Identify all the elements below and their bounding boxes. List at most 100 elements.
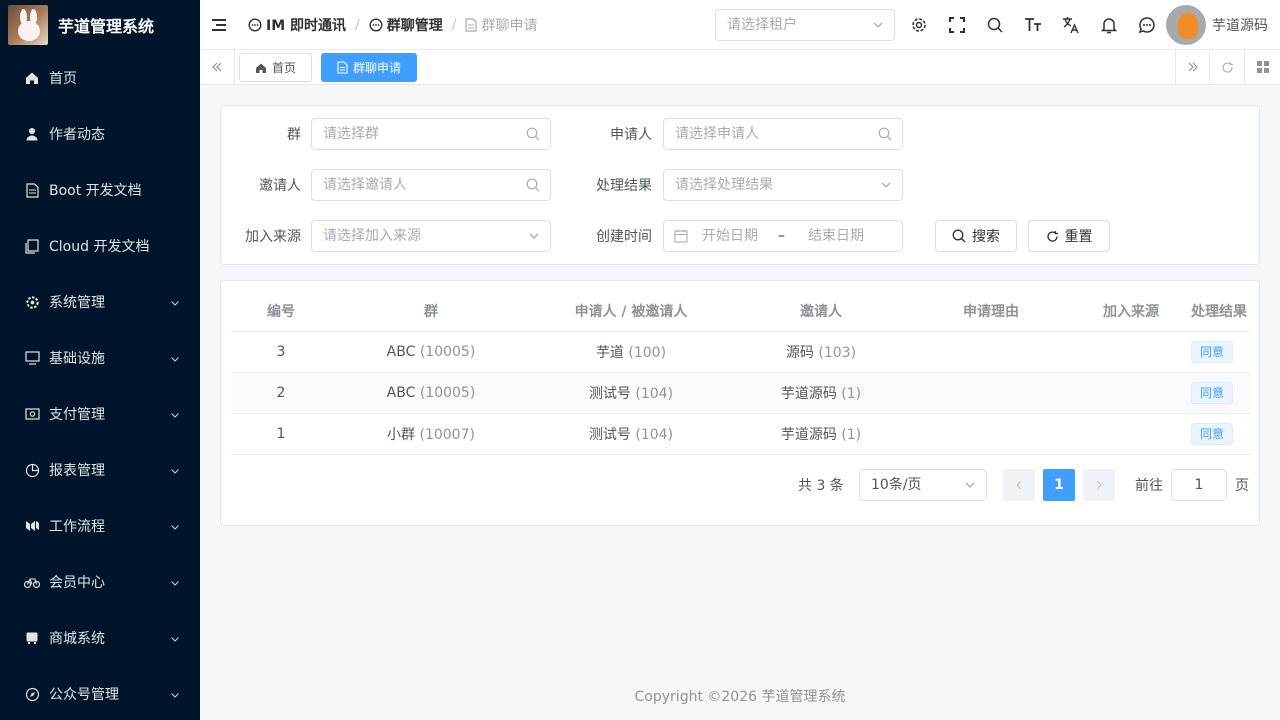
translate-icon[interactable] (1052, 0, 1090, 50)
cell-applicant-id: (104) (635, 426, 674, 443)
applicant-select[interactable]: 请选择申请人 (663, 118, 903, 150)
breadcrumb: IM 即时通讯 / 群聊管理 / 群聊申请 (248, 15, 537, 35)
scroll-left-icon[interactable] (200, 50, 235, 84)
tag-home[interactable]: 首页 (239, 53, 313, 82)
sidebar-item-label: 工作流程 (49, 519, 105, 535)
prev-page-button[interactable] (1003, 469, 1035, 501)
cell-inviter-id: (1) (841, 426, 862, 443)
page-size-select[interactable]: 10条/页 (859, 469, 987, 501)
app-title: 芋道管理系统 (58, 17, 155, 36)
sidebar-item-5[interactable]: 基础设施 (0, 330, 200, 386)
sidebar-item-7[interactable]: 报表管理 (0, 442, 200, 498)
next-page-button[interactable] (1083, 469, 1115, 501)
chevron-down-icon (170, 296, 180, 312)
source-select[interactable]: 请选择加入来源 (311, 220, 551, 252)
gear-icon (24, 294, 40, 310)
grid-menu-icon[interactable] (1245, 50, 1280, 84)
applicant-label: 申请人 (610, 127, 652, 143)
sidebar-item-10[interactable]: 商城系统 (0, 610, 200, 666)
sidebar-item-4[interactable]: 系统管理 (0, 274, 200, 330)
chevron-down-icon (170, 520, 180, 536)
date-range-picker[interactable]: 开始日期 – 结束日期 (663, 220, 903, 252)
search-icon[interactable] (976, 0, 1014, 50)
chevron-down-icon (170, 352, 180, 368)
user-menu[interactable]: 芋道源码 (1166, 5, 1268, 45)
sidebar-item-9[interactable]: 会员中心 (0, 554, 200, 610)
pagination-total: 共 3 条 (798, 478, 844, 494)
inviter-select[interactable]: 请选择邀请人 (311, 169, 551, 201)
data-table: 编号群申请人 / 被邀请人 邀请人 申请理由 加入来源 处理结果 3 ABC (10005… (231, 291, 1251, 455)
group-label: 群 (287, 127, 301, 143)
cell-inviter: 源码 (785, 344, 814, 361)
cell-group: ABC (386, 343, 416, 360)
column-header: 申请人 / 被邀请人 (531, 291, 731, 332)
logo[interactable]: 芋道管理系统 (0, 0, 200, 50)
sidebar-item-label: 公众号管理 (49, 687, 119, 703)
sidebar-item-2[interactable]: Boot 开发文档 (0, 162, 200, 218)
goto-page-input[interactable]: 1 (1171, 469, 1227, 501)
sidebar-item-label: 系统管理 (49, 295, 105, 311)
source-label: 加入来源 (245, 229, 301, 245)
end-date-input[interactable]: 结束日期 (808, 221, 864, 251)
sidebar-item-11[interactable]: 公众号管理 (0, 666, 200, 720)
fullscreen-icon[interactable] (938, 0, 976, 50)
start-date-input[interactable]: 开始日期 (702, 221, 758, 251)
search-button[interactable]: 搜索 (935, 220, 1017, 252)
search-icon (952, 229, 966, 243)
bicycle-icon (24, 574, 40, 590)
message-icon[interactable] (1128, 0, 1166, 50)
breadcrumb-item-current: 群聊申请 (465, 15, 537, 35)
cell-id: 2 (276, 384, 286, 401)
reset-button[interactable]: 重置 (1028, 220, 1110, 252)
sidebar-item-0[interactable]: 首页 (0, 50, 200, 106)
sidebar-item-3[interactable]: Cloud 开发文档 (0, 218, 200, 274)
breadcrumb-item-im[interactable]: IM 即时通讯 (248, 15, 346, 35)
breadcrumb-item-group[interactable]: 群聊管理 (369, 15, 443, 35)
cell-group: 小群 (387, 426, 416, 443)
home-icon (256, 63, 266, 73)
settings-gear-icon[interactable] (900, 0, 938, 50)
sidebar-item-6[interactable]: 支付管理 (0, 386, 200, 442)
group-select[interactable]: 请选择群 (311, 118, 551, 150)
chevron-down-icon (873, 22, 883, 28)
payment-icon (24, 406, 40, 422)
bell-icon[interactable] (1090, 0, 1128, 50)
cell-applicant-id: (104) (635, 385, 674, 402)
pie-chart-icon (24, 462, 40, 478)
sidebar-item-label: 基础设施 (49, 351, 105, 367)
calendar-icon (674, 229, 688, 243)
home-icon (24, 70, 40, 86)
result-label: 处理结果 (596, 178, 652, 194)
menu-toggle-icon[interactable] (200, 0, 238, 50)
chevron-down-icon (170, 576, 180, 592)
table-row[interactable]: 3 ABC (10005) 芋道 (100) 源码 (103) 同意 (231, 331, 1251, 373)
pagination: 共 3 条 10条/页 1 前往 1 页 (221, 469, 1259, 501)
tag-current[interactable]: 群聊申请 (321, 53, 418, 82)
chevron-down-icon (170, 632, 180, 648)
documents-icon (24, 238, 40, 254)
cell-id: 3 (276, 343, 286, 360)
search-icon (526, 178, 540, 192)
cell-inviter: 芋道源码 (780, 426, 837, 443)
cell-applicant: 测试号 (588, 426, 631, 443)
table-row[interactable]: 1 小群 (10007) 测试号 (104) 芋道源码 (1) 同意 (231, 413, 1251, 455)
table-row[interactable]: 2 ABC (10005) 测试号 (104) 芋道源码 (1) 同意 (231, 372, 1251, 414)
cell-group-id: (10007) (419, 426, 475, 443)
workflow-icon (24, 518, 40, 534)
refresh-icon[interactable] (1210, 50, 1245, 84)
cell-inviter: 芋道源码 (780, 385, 837, 402)
cell-inviter-id: (1) (841, 385, 862, 402)
scroll-right-icon[interactable] (1175, 50, 1210, 84)
range-separator: – (778, 228, 785, 244)
tenant-select[interactable]: 请选择租户 (715, 9, 895, 41)
avatar (1166, 5, 1206, 45)
page-number-current[interactable]: 1 (1043, 469, 1075, 501)
column-header: 编号 (231, 291, 331, 332)
font-size-icon[interactable] (1014, 0, 1052, 50)
column-header: 群 (331, 291, 531, 332)
sidebar-item-1[interactable]: 作者动态 (0, 106, 200, 162)
sidebar-item-label: 支付管理 (49, 407, 105, 423)
sidebar-item-8[interactable]: 工作流程 (0, 498, 200, 554)
result-select[interactable]: 请选择处理结果 (663, 169, 903, 201)
status-badge: 同意 (1191, 422, 1234, 445)
